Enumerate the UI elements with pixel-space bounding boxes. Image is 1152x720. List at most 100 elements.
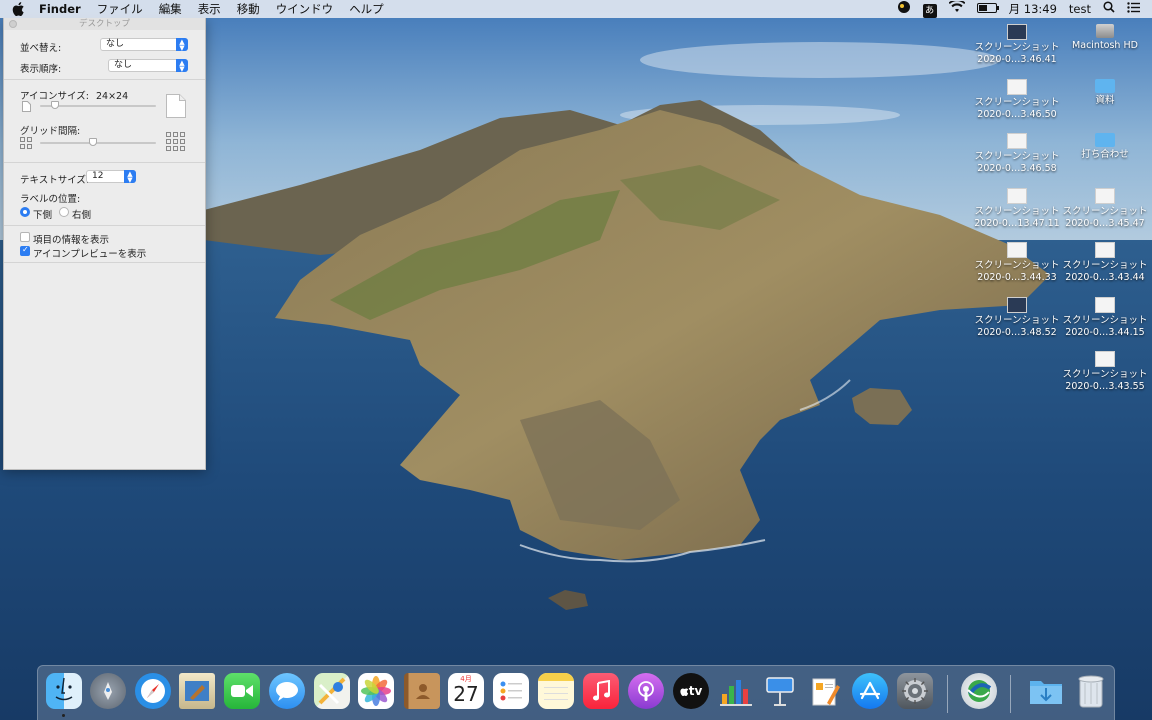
show-icon-preview-checkbox[interactable] bbox=[20, 245, 30, 256]
sort-label: 並べ替え: bbox=[20, 43, 62, 54]
menu-view[interactable]: 表示 bbox=[190, 0, 229, 18]
screenshot-thumbnail-icon bbox=[1007, 297, 1027, 313]
numbers-icon[interactable] bbox=[718, 673, 754, 709]
safari-icon[interactable] bbox=[135, 673, 171, 709]
launchpad-icon[interactable] bbox=[90, 673, 126, 709]
menu-window[interactable]: ウインドウ bbox=[268, 0, 342, 18]
file-name-line-1: 打ち合わせ bbox=[1081, 149, 1129, 160]
icon-size-slider[interactable] bbox=[40, 101, 156, 109]
screenshot-thumbnail-icon bbox=[1095, 351, 1115, 367]
icon-size-slider-knob[interactable] bbox=[50, 101, 59, 109]
file-item[interactable]: スクリーンショット 2020-0…3.46.58 bbox=[972, 133, 1062, 175]
podcasts-icon[interactable] bbox=[628, 673, 664, 709]
file-item[interactable]: スクリーンショット 2020-0…3.44.15 bbox=[1060, 297, 1150, 339]
sort-select[interactable]: なし ▲ ▼ bbox=[100, 38, 188, 52]
grid-spacing-slider-knob[interactable] bbox=[88, 138, 97, 146]
apple-menu-icon[interactable] bbox=[12, 2, 25, 16]
divider bbox=[4, 225, 205, 226]
file-name-line-1: スクリーンショット bbox=[974, 151, 1060, 162]
messages-icon[interactable] bbox=[269, 673, 305, 709]
file-name-line-1: スクリーンショット bbox=[974, 260, 1060, 271]
file-name-line-1: スクリーンショット bbox=[974, 42, 1060, 53]
folder-item[interactable]: 打ち合わせ bbox=[1060, 133, 1150, 161]
menu-go[interactable]: 移動 bbox=[229, 0, 268, 18]
menu-bar: Finder ファイル 編集 表示 移動 ウインドウ ヘルプ あ 月 13:49… bbox=[0, 0, 1152, 18]
trash-icon[interactable] bbox=[1073, 673, 1109, 709]
dock: 4月 27 tv bbox=[37, 665, 1115, 720]
app-store-icon[interactable] bbox=[852, 673, 888, 709]
spotlight-search-icon[interactable] bbox=[1097, 0, 1121, 18]
folder-item[interactable]: 資料 bbox=[1060, 79, 1150, 107]
order-label: 表示順序: bbox=[20, 64, 62, 75]
reminders-icon[interactable] bbox=[493, 673, 529, 709]
screenshot-thumbnail-icon bbox=[1007, 242, 1027, 258]
order-select-value: なし bbox=[114, 60, 133, 70]
menu-app-finder[interactable]: Finder bbox=[31, 0, 89, 18]
file-name-line-1: スクリーンショット bbox=[974, 315, 1060, 326]
finder-icon[interactable] bbox=[46, 673, 82, 709]
wifi-icon[interactable] bbox=[943, 0, 971, 18]
clock[interactable]: 月 13:49 bbox=[1003, 0, 1063, 18]
system-preferences-icon[interactable] bbox=[897, 673, 933, 709]
music-icon[interactable] bbox=[583, 673, 619, 709]
panel-close-button[interactable] bbox=[9, 20, 17, 28]
contacts-icon[interactable] bbox=[404, 673, 440, 709]
icon-size-value: 24×24 bbox=[95, 91, 129, 102]
file-name-line-2: 2020-0…3.46.50 bbox=[977, 109, 1057, 120]
keynote-icon[interactable] bbox=[762, 673, 798, 709]
text-size-select[interactable]: 12 ▲ ▼ bbox=[86, 170, 136, 184]
menu-file[interactable]: ファイル bbox=[89, 0, 151, 18]
file-name-line-1: Macintosh HD bbox=[1072, 40, 1138, 51]
file-item[interactable]: スクリーンショット 2020-0…3.46.41 bbox=[972, 24, 1062, 66]
file-name-line-2: 2020-0…3.43.55 bbox=[1065, 381, 1145, 392]
file-item[interactable]: スクリーンショット 2020-0…3.45.47 bbox=[1060, 188, 1150, 230]
panel-titlebar[interactable]: デスクトップ bbox=[4, 18, 205, 30]
notes-icon[interactable] bbox=[538, 673, 574, 709]
screenshot-thumbnail-icon bbox=[1007, 79, 1027, 95]
screenshot-thumbnail-icon bbox=[1007, 24, 1027, 40]
file-item[interactable]: スクリーンショット 2020-0…3.46.50 bbox=[972, 79, 1062, 121]
divider bbox=[4, 162, 205, 163]
facetime-icon[interactable] bbox=[224, 673, 260, 709]
maps-icon[interactable] bbox=[314, 673, 350, 709]
network-app-icon[interactable] bbox=[961, 673, 997, 709]
screenshot-thumbnail-icon bbox=[1095, 242, 1115, 258]
label-right-radio[interactable] bbox=[59, 207, 69, 217]
calendar-icon[interactable]: 4月 27 bbox=[448, 673, 484, 709]
file-item[interactable]: スクリーンショット 2020-0…3.48.52 bbox=[972, 297, 1062, 339]
photos-icon[interactable] bbox=[358, 673, 394, 709]
user-menu[interactable]: test bbox=[1063, 0, 1097, 18]
file-item[interactable]: スクリーンショット 2020-0…3.43.44 bbox=[1060, 242, 1150, 284]
input-method-icon[interactable]: あ bbox=[917, 0, 943, 18]
screenshot-thumbnail-icon bbox=[1095, 297, 1115, 313]
file-name-line-2: 2020-0…13.47.11 bbox=[974, 218, 1060, 229]
screenshot-thumbnail-icon bbox=[1007, 188, 1027, 204]
sort-select-value: なし bbox=[106, 39, 125, 49]
battery-level-fill bbox=[978, 5, 988, 11]
tv-label: tv bbox=[688, 684, 703, 698]
finder-running-indicator bbox=[62, 714, 65, 717]
icon-size-label: アイコンサイズ: 24×24 bbox=[20, 88, 128, 102]
file-item[interactable]: スクリーンショット 2020-0…3.43.55 bbox=[1060, 351, 1150, 393]
order-select[interactable]: なし ▲ ▼ bbox=[108, 59, 188, 73]
file-name-line-1: 資料 bbox=[1095, 95, 1115, 106]
menu-edit[interactable]: 編集 bbox=[151, 0, 190, 18]
menu-help[interactable]: ヘルプ bbox=[341, 0, 392, 18]
grid-spacing-slider[interactable] bbox=[40, 138, 156, 146]
folder-icon bbox=[1095, 79, 1115, 93]
label-bottom-radio[interactable] bbox=[20, 207, 30, 217]
tv-icon[interactable]: tv bbox=[673, 673, 709, 709]
drive-item[interactable]: Macintosh HD bbox=[1060, 24, 1150, 52]
show-item-info-checkbox[interactable] bbox=[20, 232, 30, 242]
file-item[interactable]: スクリーンショット 2020-0…13.47.11 bbox=[972, 188, 1062, 230]
file-item[interactable]: スクリーンショット 2020-0…3.44.33 bbox=[972, 242, 1062, 284]
downloads-folder-icon[interactable] bbox=[1028, 673, 1064, 709]
calendar-day: 27 bbox=[453, 682, 479, 706]
pages-icon[interactable] bbox=[807, 673, 843, 709]
file-name-line-2: 2020-0…3.46.41 bbox=[977, 54, 1057, 65]
screenshot-thumbnail-icon bbox=[1095, 188, 1115, 204]
mail-icon[interactable] bbox=[179, 673, 215, 709]
battery-icon[interactable] bbox=[971, 0, 1003, 18]
notification-center-icon[interactable] bbox=[1121, 0, 1146, 18]
status-app-icon[interactable] bbox=[891, 0, 917, 19]
